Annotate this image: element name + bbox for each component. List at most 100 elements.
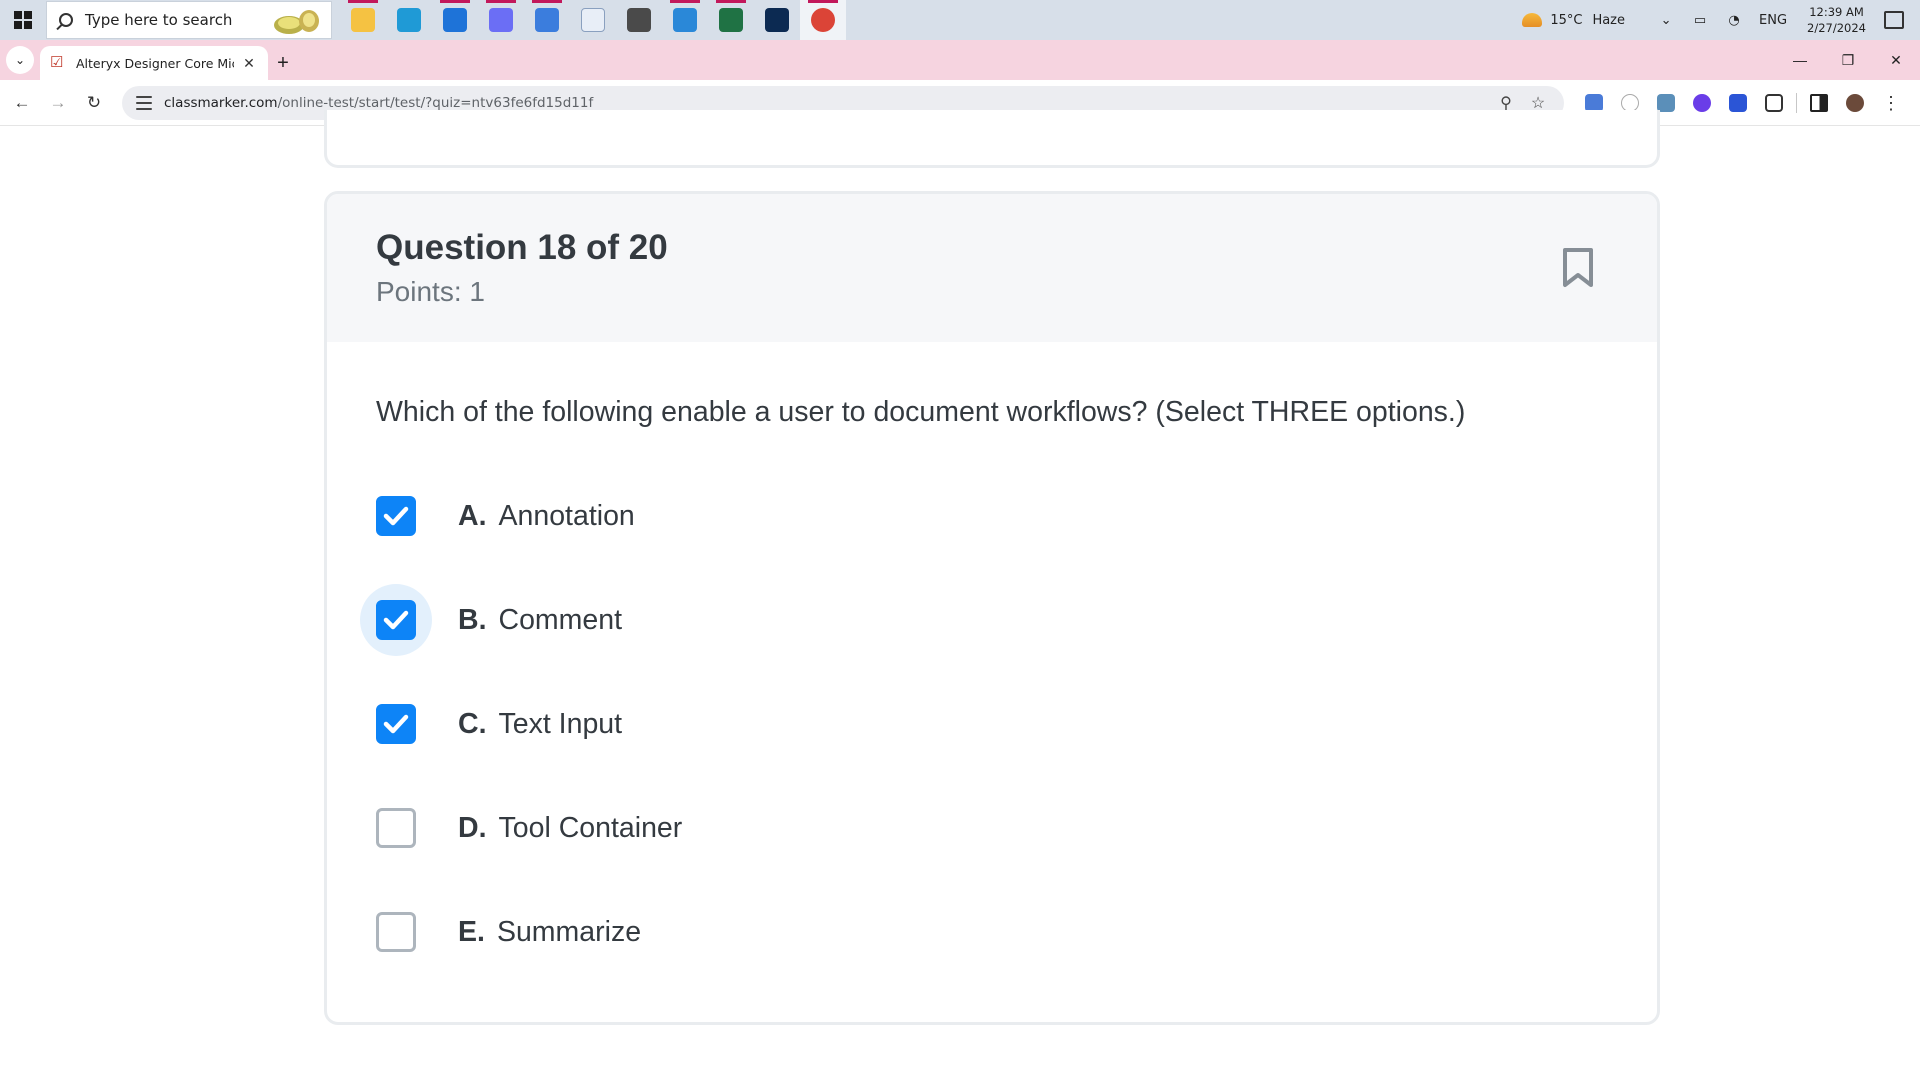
tab-search-chevron-icon[interactable]: ⌄ bbox=[6, 46, 34, 74]
answer-option[interactable]: B. Comment bbox=[360, 568, 1609, 672]
back-arrow-icon[interactable]: ← bbox=[4, 85, 40, 121]
checkbox-hit-area[interactable] bbox=[360, 480, 432, 552]
checkbox-hit-area[interactable] bbox=[360, 584, 432, 656]
weather-temperature: 15°C bbox=[1550, 12, 1583, 28]
profile-avatar[interactable] bbox=[1837, 85, 1873, 121]
previous-question-card bbox=[324, 110, 1660, 168]
notifications-icon[interactable] bbox=[1884, 11, 1904, 29]
side-panel-icon[interactable] bbox=[1801, 85, 1837, 121]
close-window-icon[interactable]: ✕ bbox=[1872, 40, 1920, 80]
search-highlight-doodle-icon[interactable] bbox=[271, 5, 323, 37]
restore-icon[interactable]: ❐ bbox=[1824, 40, 1872, 80]
answer-checkbox[interactable] bbox=[376, 704, 416, 744]
forward-arrow-icon[interactable]: → bbox=[40, 85, 76, 121]
chrome-icon bbox=[811, 8, 835, 32]
option-label[interactable]: Summarize bbox=[497, 916, 641, 949]
copilot-taskbar-button[interactable] bbox=[478, 0, 524, 40]
azure-taskbar-button[interactable] bbox=[524, 0, 570, 40]
answer-checkbox[interactable] bbox=[376, 808, 416, 848]
photos-taskbar-button[interactable] bbox=[662, 0, 708, 40]
system-tray: 15°C Haze ⌄ ▭ ◔ ENG 12:39 AM 2/27/2024 bbox=[1522, 0, 1920, 40]
browser-menu-icon[interactable]: ⋮ bbox=[1873, 85, 1909, 121]
mail-icon bbox=[443, 8, 467, 32]
new-tab-plus-icon[interactable]: + bbox=[268, 46, 298, 80]
option-letter: A. bbox=[458, 499, 487, 532]
azure-icon bbox=[535, 8, 559, 32]
answer-option[interactable]: A. Annotation bbox=[376, 464, 1609, 568]
option-letter: D. bbox=[458, 811, 487, 844]
question-header: Question 18 of 20 Points: 1 bbox=[327, 194, 1657, 342]
question-card: Question 18 of 20 Points: 1 Which of the… bbox=[324, 191, 1660, 1025]
file-explorer-taskbar-button[interactable] bbox=[340, 0, 386, 40]
language-indicator[interactable]: ENG bbox=[1759, 12, 1787, 28]
answer-options: A. Annotation B. Comment C. Text Input D. Tool … bbox=[360, 464, 1609, 984]
powershell-taskbar-button[interactable] bbox=[754, 0, 800, 40]
answer-checkbox[interactable] bbox=[376, 600, 416, 640]
site-info-icon[interactable] bbox=[136, 96, 152, 110]
excel-icon bbox=[719, 8, 743, 32]
url-text[interactable]: classmarker.com/online-test/start/test/?… bbox=[164, 95, 593, 111]
extensions-puzzle-icon[interactable] bbox=[1756, 85, 1792, 121]
toolbar-divider bbox=[1796, 93, 1797, 113]
option-label[interactable]: Annotation bbox=[499, 500, 635, 533]
chevron-up-icon[interactable]: ⌄ bbox=[1657, 12, 1675, 28]
copilot-icon bbox=[489, 8, 513, 32]
checkbox-hit-area[interactable] bbox=[360, 792, 432, 864]
option-label[interactable]: Comment bbox=[499, 604, 623, 637]
option-label[interactable]: Tool Container bbox=[499, 812, 683, 845]
document-icon bbox=[581, 8, 605, 32]
question-text: Which of the following enable a user to … bbox=[376, 396, 1466, 428]
chrome-taskbar-button[interactable] bbox=[800, 0, 846, 40]
url-host: classmarker.com bbox=[164, 95, 278, 111]
settings-taskbar-button[interactable] bbox=[616, 0, 662, 40]
clock-date: 2/27/2024 bbox=[1807, 21, 1866, 35]
close-tab-icon[interactable]: ✕ bbox=[240, 55, 258, 72]
answer-option[interactable]: C. Text Input bbox=[376, 672, 1609, 776]
minimize-icon[interactable]: — bbox=[1776, 40, 1824, 80]
option-label[interactable]: Text Input bbox=[499, 708, 623, 741]
classmarker-favicon-icon: ☑ bbox=[50, 54, 64, 71]
photos-icon bbox=[673, 8, 697, 32]
settings-icon bbox=[627, 8, 651, 32]
wifi-icon[interactable]: ◔ bbox=[1725, 12, 1743, 28]
browser-tab-strip: ⌄ ☑ Alteryx Designer Core Micro-Cr ✕ + —… bbox=[0, 40, 1920, 80]
tab-classmarker-test[interactable]: ☑ Alteryx Designer Core Micro-Cr ✕ bbox=[40, 46, 268, 80]
option-letter: C. bbox=[458, 707, 487, 740]
checkbox-hit-area[interactable] bbox=[360, 896, 432, 968]
taskbar-clock[interactable]: 12:39 AM 2/27/2024 bbox=[1807, 4, 1866, 36]
purple-extension-icon[interactable] bbox=[1684, 85, 1720, 121]
weather-description: Haze bbox=[1592, 12, 1626, 28]
option-letter: E. bbox=[458, 915, 485, 948]
question-title: Question 18 of 20 bbox=[376, 228, 668, 267]
bookmark-icon[interactable] bbox=[1561, 247, 1595, 289]
taskbar-pinned-apps bbox=[340, 0, 846, 40]
weather-widget[interactable]: 15°C Haze bbox=[1522, 13, 1625, 28]
checkmark-icon bbox=[383, 714, 409, 734]
excel-taskbar-button[interactable] bbox=[708, 0, 754, 40]
file-explorer-icon bbox=[351, 8, 375, 32]
checkbox-hit-area[interactable] bbox=[360, 688, 432, 760]
reload-icon[interactable]: ↻ bbox=[76, 85, 112, 121]
start-button[interactable] bbox=[0, 0, 46, 40]
question-points: Points: 1 bbox=[376, 276, 485, 307]
answer-option[interactable]: D. Tool Container bbox=[376, 776, 1609, 880]
document-taskbar-button[interactable] bbox=[570, 0, 616, 40]
checkmark-icon bbox=[383, 506, 409, 526]
checkmark-icon bbox=[383, 610, 409, 630]
mail-taskbar-button[interactable] bbox=[432, 0, 478, 40]
edge-icon bbox=[397, 8, 421, 32]
accessibility-extension-icon[interactable] bbox=[1720, 85, 1756, 121]
taskbar-search-box[interactable]: Type here to search bbox=[46, 1, 332, 39]
url-path: /online-test/start/test/?quiz=ntv63fe6fd… bbox=[277, 95, 594, 111]
option-letter: B. bbox=[458, 603, 487, 636]
windows-logo-icon bbox=[14, 11, 32, 29]
edge-taskbar-button[interactable] bbox=[386, 0, 432, 40]
answer-checkbox[interactable] bbox=[376, 912, 416, 952]
windows-taskbar: Type here to search 15°C Haze ⌄ ▭ ◔ ENG … bbox=[0, 0, 1920, 40]
search-icon bbox=[59, 13, 73, 27]
answer-checkbox[interactable] bbox=[376, 496, 416, 536]
answer-option[interactable]: E. Summarize bbox=[376, 880, 1609, 984]
question-body: Which of the following enable a user to … bbox=[327, 342, 1657, 984]
weather-haze-icon bbox=[1522, 13, 1543, 27]
battery-icon[interactable]: ▭ bbox=[1691, 12, 1709, 28]
